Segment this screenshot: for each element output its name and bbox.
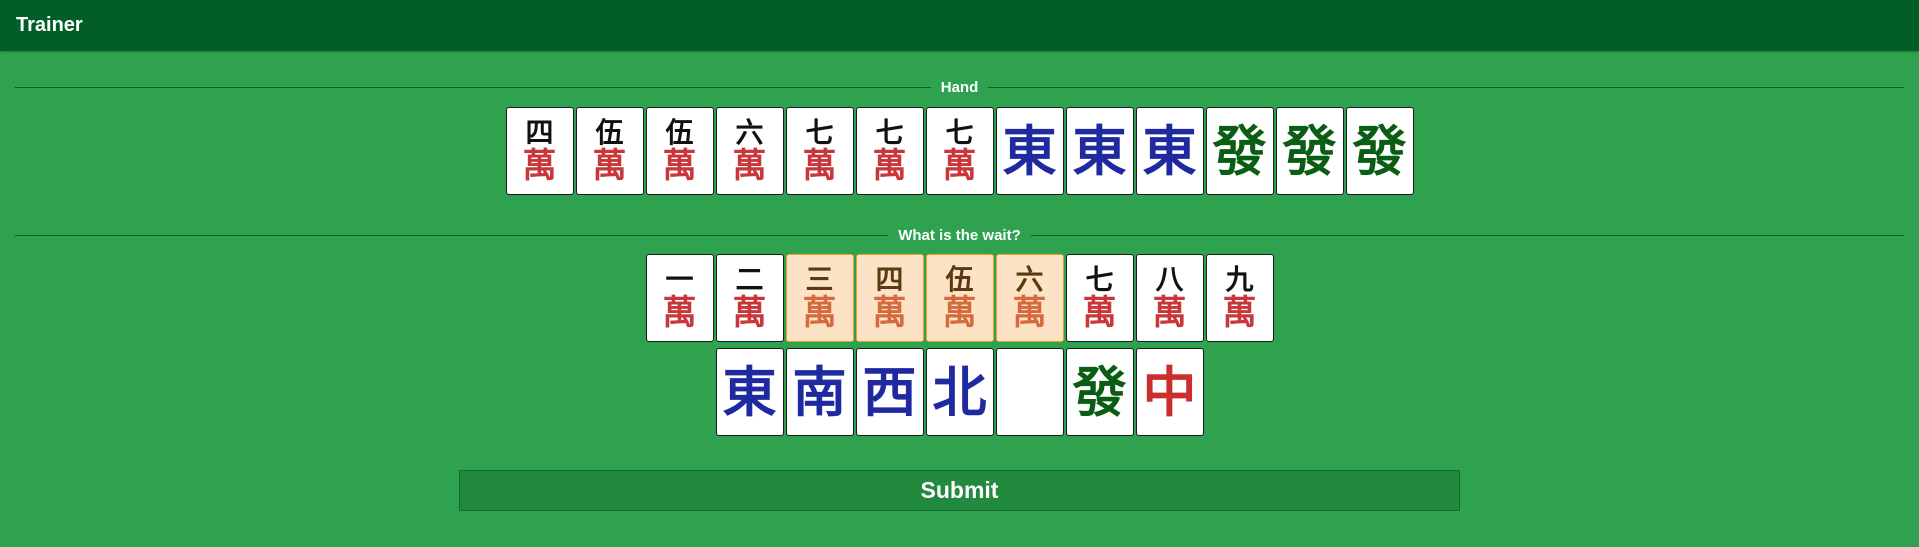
wait-option-tile[interactable]: 中 [1135, 348, 1204, 436]
tile-number: 七 [1085, 263, 1114, 296]
tile-number: 七 [945, 116, 974, 149]
north-wind-icon: 北 [932, 360, 987, 424]
submit-button[interactable]: Submit [459, 470, 1460, 511]
tile-suit: 萬 [732, 146, 767, 186]
wait-option-tile[interactable]: 九萬 [1205, 254, 1274, 342]
tile-suit: 萬 [662, 146, 697, 186]
hand-tile: 伍萬 [575, 107, 644, 195]
hand-tile: 四萬 [505, 107, 574, 195]
wait-question: What is the wait? [888, 226, 1031, 244]
wait-option-tile[interactable]: 北 [925, 348, 994, 436]
wait-option-tile[interactable]: 伍萬 [925, 254, 994, 342]
hand-tiles: 四萬伍萬伍萬六萬七萬七萬七萬東東東發發發 [0, 107, 1919, 195]
tile-suit: 萬 [1152, 293, 1187, 333]
tile-number: 伍 [665, 116, 694, 149]
wait-section-header: What is the wait? [15, 225, 1904, 245]
hand-tile: 伍萬 [645, 107, 714, 195]
tile-suit: 萬 [1082, 293, 1117, 333]
wait-option-tile[interactable] [995, 348, 1064, 436]
tile-suit: 萬 [942, 146, 977, 186]
hand-tile: 六萬 [715, 107, 784, 195]
honor-glyph: 東 [1002, 119, 1057, 183]
tile-suit: 萬 [942, 293, 977, 333]
hand-tile: 七萬 [925, 107, 994, 195]
hand-tile: 東 [1065, 107, 1134, 195]
tile-suit: 萬 [872, 146, 907, 186]
wait-honor-tiles: 東南西北 發中 [0, 348, 1919, 436]
tile-suit: 萬 [1222, 293, 1257, 333]
wait-option-tile[interactable]: 八萬 [1135, 254, 1204, 342]
tile-suit: 萬 [802, 146, 837, 186]
tile-number: 四 [525, 116, 554, 149]
tile-number: 六 [735, 116, 764, 149]
hand-tile: 發 [1345, 107, 1414, 195]
wait-option-tile[interactable]: 西 [855, 348, 924, 436]
honor-glyph: 發 [1212, 119, 1267, 183]
honor-glyph: 發 [1352, 119, 1407, 183]
honor-glyph: 東 [1072, 119, 1127, 183]
hand-tile: 七萬 [785, 107, 854, 195]
wait-option-tile[interactable]: 東 [715, 348, 784, 436]
wait-option-tile[interactable]: 三萬 [785, 254, 854, 342]
tile-number: 二 [735, 263, 764, 296]
east-wind-icon: 東 [722, 360, 777, 424]
tile-number: 七 [875, 116, 904, 149]
tile-number: 八 [1155, 263, 1184, 296]
tile-number: 一 [665, 263, 694, 296]
tile-suit: 萬 [662, 293, 697, 333]
wait-option-tile[interactable]: 四萬 [855, 254, 924, 342]
tile-number: 九 [1225, 263, 1254, 296]
red-dragon-icon: 中 [1142, 360, 1197, 424]
honor-glyph: 發 [1282, 119, 1337, 183]
tile-suit: 萬 [732, 293, 767, 333]
wait-number-tiles: 一萬二萬三萬四萬伍萬六萬七萬八萬九萬 [0, 254, 1919, 342]
hand-tile: 東 [1135, 107, 1204, 195]
top-bar: Trainer [0, 0, 1919, 51]
honor-glyph: 東 [1142, 119, 1197, 183]
tile-number: 六 [1015, 263, 1044, 296]
hand-label: Hand [930, 78, 989, 96]
hand-tile: 東 [995, 107, 1064, 195]
tile-suit: 萬 [802, 293, 837, 333]
west-wind-icon: 西 [862, 360, 917, 424]
app-title: Trainer [16, 14, 83, 36]
tile-suit: 萬 [1012, 293, 1047, 333]
tile-number: 伍 [595, 116, 624, 149]
hand-tile: 發 [1205, 107, 1274, 195]
tile-suit: 萬 [872, 293, 907, 333]
green-dragon-icon: 發 [1072, 360, 1127, 424]
tile-number: 三 [805, 263, 834, 296]
hand-tile: 七萬 [855, 107, 924, 195]
wait-option-tile[interactable]: 二萬 [715, 254, 784, 342]
tile-suit: 萬 [522, 146, 557, 186]
south-wind-icon: 南 [792, 360, 847, 424]
wait-option-tile[interactable]: 六萬 [995, 254, 1064, 342]
tile-number: 伍 [945, 263, 974, 296]
hand-tile: 發 [1275, 107, 1344, 195]
hand-section-header: Hand [15, 77, 1904, 97]
wait-option-tile[interactable]: 發 [1065, 348, 1134, 436]
tile-suit: 萬 [592, 146, 627, 186]
wait-option-tile[interactable]: 南 [785, 348, 854, 436]
wait-option-tile[interactable]: 一萬 [645, 254, 714, 342]
wait-option-tile[interactable]: 七萬 [1065, 254, 1134, 342]
tile-number: 四 [875, 263, 904, 296]
tile-number: 七 [805, 116, 834, 149]
